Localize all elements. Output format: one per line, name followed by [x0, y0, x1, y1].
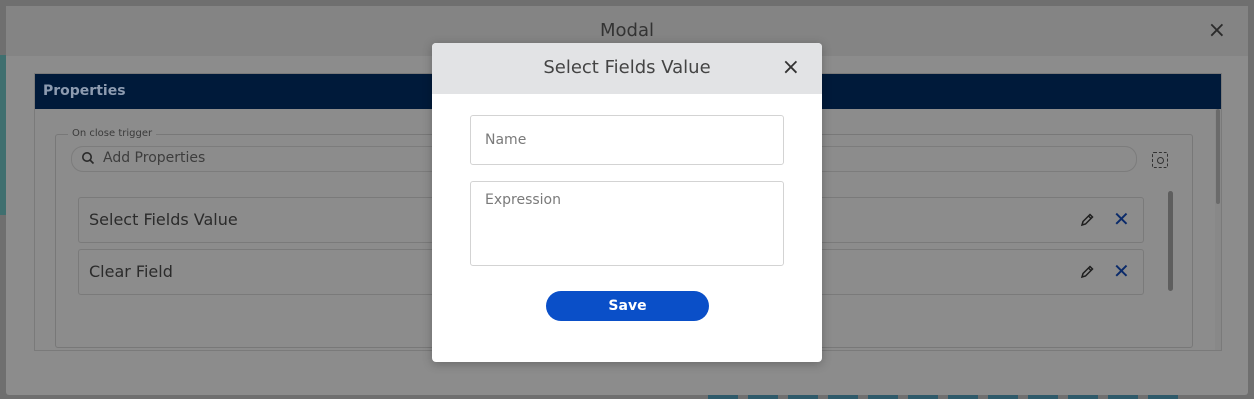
expression-field[interactable] — [470, 181, 784, 266]
list-item-label: Clear Field — [89, 262, 173, 281]
list-scrollbar[interactable] — [1168, 191, 1173, 291]
list-item-label: Select Fields Value — [89, 210, 238, 229]
select-fields-value-dialog: Select Fields Value × Save — [432, 43, 822, 362]
dialog-header: Select Fields Value × — [432, 43, 822, 94]
edit-icon[interactable] — [1079, 264, 1095, 280]
search-icon — [82, 152, 95, 165]
outer-close-icon[interactable]: × — [1208, 18, 1226, 43]
save-button[interactable]: Save — [546, 291, 709, 321]
delete-icon[interactable]: ✕ — [1113, 207, 1130, 231]
edit-icon[interactable] — [1079, 212, 1095, 228]
delete-icon[interactable]: ✕ — [1113, 259, 1130, 283]
settings-icon[interactable] — [1152, 152, 1168, 168]
trigger-legend: On close trigger — [68, 128, 157, 139]
name-field[interactable] — [470, 115, 784, 165]
search-placeholder: Add Properties — [103, 150, 206, 166]
close-icon[interactable]: × — [782, 55, 800, 80]
outer-modal-title: Modal — [600, 20, 654, 41]
dialog-title: Select Fields Value — [543, 57, 711, 78]
properties-scrollbar[interactable] — [1215, 109, 1221, 350]
